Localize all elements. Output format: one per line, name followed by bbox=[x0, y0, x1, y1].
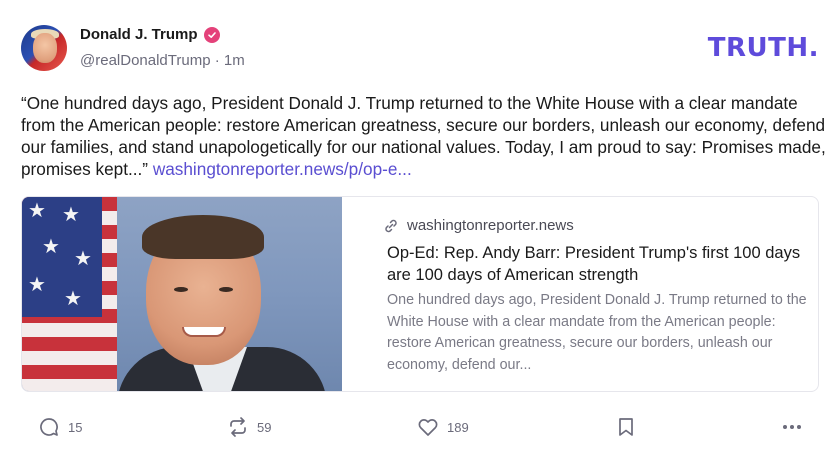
post-link[interactable]: washingtonreporter.news/p/op-e... bbox=[153, 159, 412, 179]
heart-icon bbox=[418, 419, 438, 436]
link-domain-row: washingtonreporter.news bbox=[383, 217, 574, 234]
retruth-count: 59 bbox=[257, 419, 272, 435]
avatar-face bbox=[33, 33, 57, 63]
photo-eye-right bbox=[219, 287, 233, 292]
bookmark-button[interactable] bbox=[616, 416, 636, 438]
link-title[interactable]: Op-Ed: Rep. Andy Barr: President Trump's… bbox=[387, 242, 812, 286]
like-count: 189 bbox=[447, 419, 469, 435]
post-text: “One hundred days ago, President Donald … bbox=[21, 93, 826, 179]
post-actions: 15 59 189 bbox=[0, 412, 840, 442]
photo-mouth bbox=[182, 327, 226, 337]
bookmark-icon bbox=[619, 418, 633, 436]
reply-count: 15 bbox=[68, 419, 83, 435]
link-preview-card[interactable]: ★ ★ ★ ★ ★ ★ washingtonreporter.news Op-E… bbox=[21, 196, 819, 392]
more-options-button[interactable] bbox=[780, 416, 804, 438]
reply-button[interactable]: 15 bbox=[38, 416, 82, 438]
link-preview-image: ★ ★ ★ ★ ★ ★ bbox=[22, 197, 342, 391]
link-icon bbox=[385, 219, 397, 232]
more-icon bbox=[783, 425, 801, 429]
like-button[interactable]: 189 bbox=[417, 416, 469, 438]
photo-eye-left bbox=[174, 287, 188, 292]
link-description: One hundred days ago, President Donald J… bbox=[387, 292, 807, 373]
flag-canton: ★ ★ ★ ★ ★ ★ bbox=[22, 197, 102, 317]
author-name-row: Donald J. Trump bbox=[80, 26, 220, 43]
verified-badge-icon bbox=[203, 26, 220, 43]
link-domain: washingtonreporter.news bbox=[407, 217, 574, 234]
post-body: “One hundred days ago, President Donald … bbox=[21, 92, 826, 180]
author-handle[interactable]: @realDonaldTrump bbox=[80, 52, 211, 69]
retruth-icon bbox=[230, 417, 246, 437]
photo-hair bbox=[142, 215, 264, 259]
author-handle-row: @realDonaldTrump · 1m bbox=[80, 52, 245, 69]
author-display-name[interactable]: Donald J. Trump bbox=[80, 26, 198, 43]
retruth-button[interactable]: 59 bbox=[227, 416, 271, 438]
reply-icon bbox=[40, 418, 58, 436]
meta-separator: · bbox=[214, 52, 220, 69]
author-avatar[interactable] bbox=[21, 25, 67, 71]
post-time[interactable]: 1m bbox=[224, 52, 245, 69]
truth-social-logo[interactable]: TRUTH. bbox=[708, 33, 819, 63]
